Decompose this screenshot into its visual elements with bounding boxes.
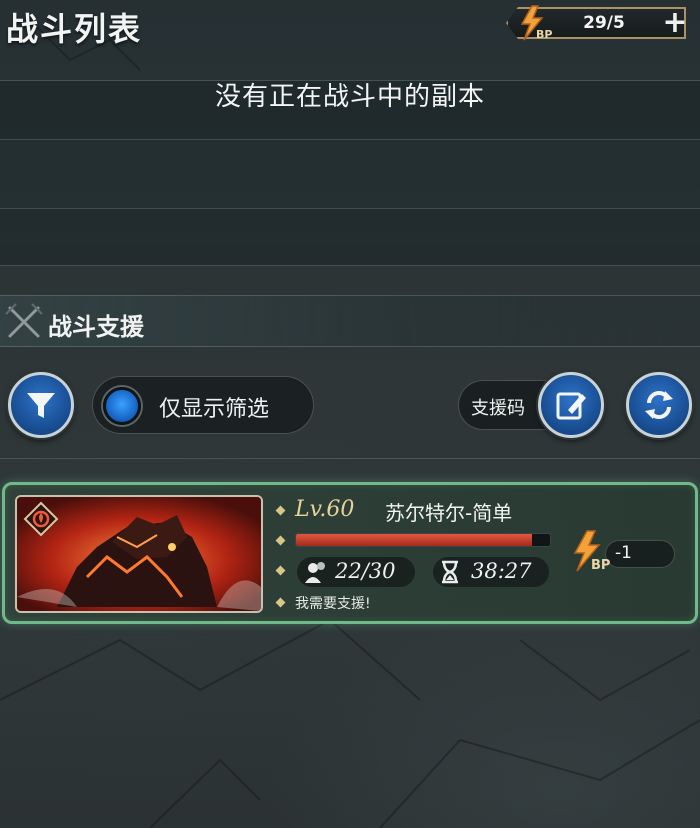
bullet-diamond [275, 535, 286, 546]
support-section-title: 战斗支援 [48, 313, 144, 341]
bullet-diamond [275, 565, 286, 576]
support-request-message: 我需要支援! [295, 596, 371, 612]
svg-text:BP: BP [591, 558, 610, 573]
participants-count: 22/30 [335, 559, 396, 583]
bp-count: 29/5 [583, 13, 625, 33]
participants-icon [305, 562, 325, 583]
empty-band [0, 139, 700, 209]
boss-hp-bar [295, 533, 551, 547]
support-section-header: 战斗支援 [0, 295, 700, 347]
filter-only-label: 仅显示筛选 [159, 397, 270, 422]
support-code-label: 支援码 [471, 398, 525, 419]
boss-name: 苏尔特尔-简单 [385, 501, 513, 525]
add-bp-button[interactable]: + [660, 8, 690, 38]
time-remaining: 38:27 [471, 559, 532, 583]
bullet-diamond [275, 505, 286, 516]
refresh-icon [645, 391, 673, 419]
filter-only-toggle[interactable]: 仅显示筛选 [92, 376, 314, 434]
bp-counter: BP 29/5 + [500, 4, 696, 42]
boss-hp-fill [296, 534, 533, 546]
lightning-bp-icon: BP [573, 530, 610, 573]
support-quest-card[interactable]: Lv.60 苏尔特尔-简单 22/30 38:27 我需要支援! BP -1 [2, 482, 698, 624]
boss-portrait [15, 495, 263, 613]
support-code-button[interactable] [538, 372, 604, 438]
crossed-swords-icon [5, 303, 43, 338]
bullet-diamond [275, 597, 286, 608]
section-divider [0, 458, 700, 459]
toggle-indicator[interactable] [103, 387, 141, 425]
bp-cost-value: -1 [615, 543, 632, 563]
hourglass-icon [442, 560, 458, 584]
fire-element-icon [23, 501, 59, 537]
svg-text:BP: BP [536, 28, 552, 41]
filter-icon [27, 393, 55, 418]
page-title: 战斗列表 [6, 10, 143, 48]
edit-icon [556, 392, 586, 420]
boss-level: Lv.60 [295, 497, 355, 522]
filter-button[interactable] [8, 372, 74, 438]
refresh-button[interactable] [626, 372, 692, 438]
lightning-bp-icon: BP [520, 5, 552, 41]
empty-battle-message: 没有正在战斗中的副本 [214, 82, 485, 112]
